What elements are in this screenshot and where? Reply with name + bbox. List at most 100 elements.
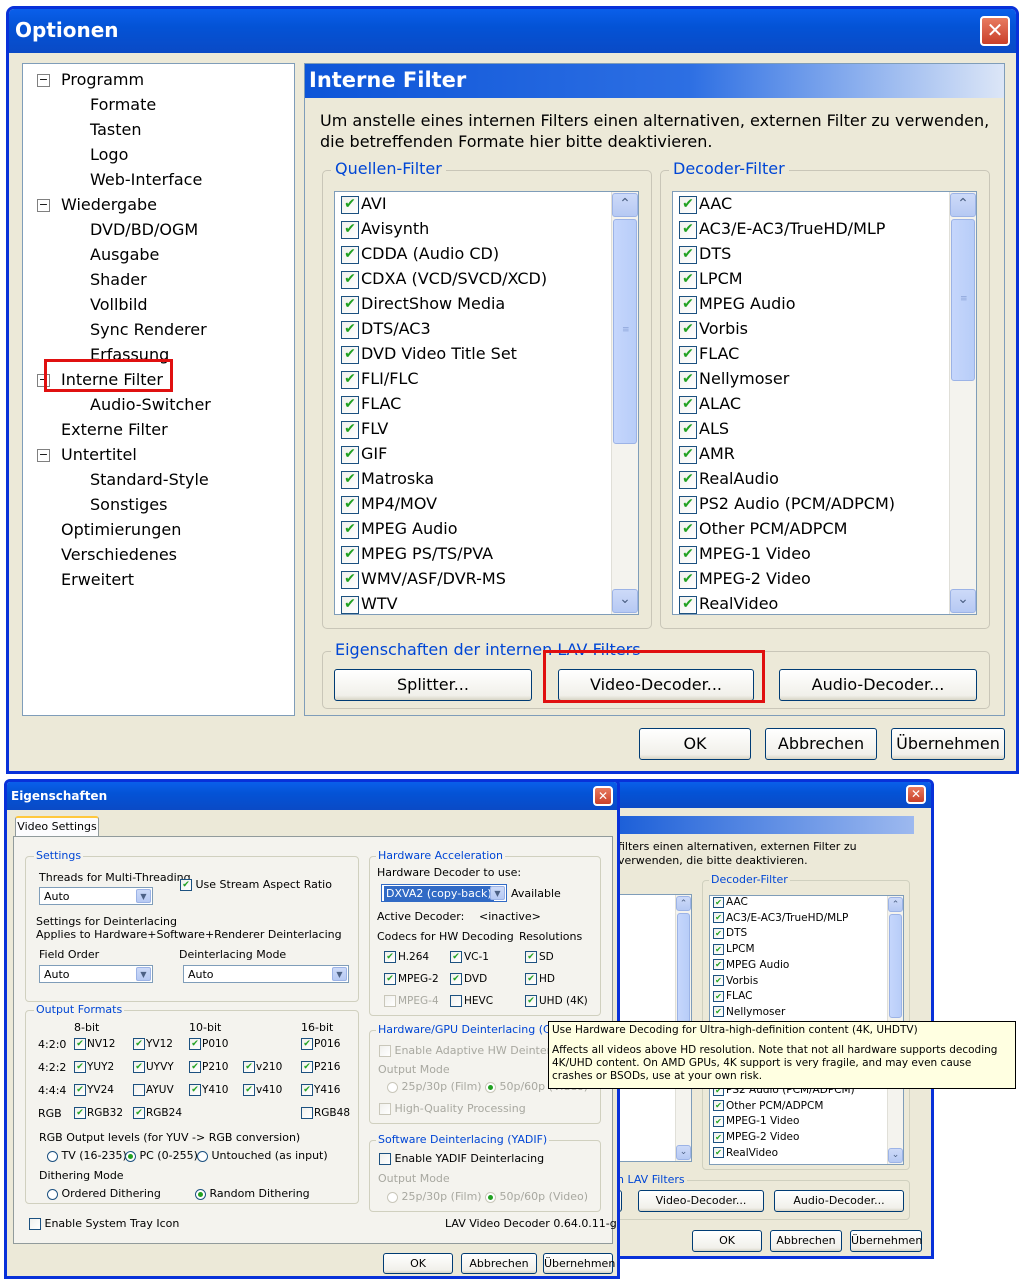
- tree-item[interactable]: Sonstiges: [90, 495, 167, 514]
- checkbox-checked-icon[interactable]: ✔: [189, 1084, 201, 1096]
- tree-item[interactable]: Vollbild: [90, 295, 148, 314]
- checkbox-checked-icon[interactable]: ✔: [679, 295, 697, 314]
- checkbox-checked-icon[interactable]: ✔: [243, 1061, 255, 1073]
- yadif-checkbox[interactable]: Enable YADIF Deinterlacing: [379, 1152, 544, 1165]
- tree-item[interactable]: Tasten: [90, 120, 142, 139]
- checkbox-checked-icon[interactable]: ✔: [133, 1061, 145, 1073]
- checkbox-checked-icon[interactable]: ✔: [679, 195, 697, 214]
- list-item[interactable]: ✔ WTV: [341, 594, 398, 614]
- checkbox-unchecked-icon[interactable]: [379, 1153, 391, 1165]
- checkbox-checked-icon[interactable]: ✔: [679, 420, 697, 439]
- hw-vc1-checkbox[interactable]: ✔ VC-1: [450, 951, 489, 963]
- chevron-down-icon[interactable]: ▼: [332, 967, 347, 981]
- sw-video-radio[interactable]: 50p/60p (Video): [485, 1190, 588, 1203]
- tab-video-settings[interactable]: Video Settings: [15, 816, 99, 836]
- checkbox-unchecked-icon[interactable]: [133, 1084, 145, 1096]
- list-item[interactable]: ✔ MPEG-2 Video: [679, 569, 811, 589]
- tree-item[interactable]: Programm: [61, 70, 144, 89]
- format-yuy2-checkbox[interactable]: ✔ YUY2: [74, 1061, 114, 1073]
- tree-item[interactable]: Ausgabe: [90, 245, 159, 264]
- hw-mpeg2-checkbox[interactable]: ✔ MPEG-2: [384, 973, 439, 985]
- source-filter-list[interactable]: ✔ AVI ✔ Avisynth ✔ CDDA (Audio CD) ✔ CDXA (VCD/…: [334, 191, 639, 615]
- list-item[interactable]: ✔ GIF: [341, 444, 387, 464]
- list-item[interactable]: ✔ MPEG Audio: [341, 519, 458, 539]
- scroll-up-icon[interactable]: ⌃: [612, 193, 638, 217]
- splitter-button[interactable]: Splitter...: [334, 669, 532, 701]
- tree-item[interactable]: Optimierungen: [61, 520, 181, 539]
- field-order-select[interactable]: Auto ▼: [39, 965, 153, 983]
- checkbox-checked-icon[interactable]: ✔: [341, 495, 359, 514]
- tree-item[interactable]: Verschiedenes: [61, 545, 177, 564]
- gpu-film-radio[interactable]: 25p/30p (Film): [387, 1080, 482, 1093]
- radio-off-icon[interactable]: [387, 1081, 398, 1093]
- list-item[interactable]: ✔ AAC: [679, 194, 732, 214]
- checkbox-checked-icon[interactable]: ✔: [180, 879, 192, 891]
- checkbox-unchecked-icon[interactable]: [379, 1103, 391, 1115]
- stream-aspect-checkbox[interactable]: ✔ Use Stream Aspect Ratio: [180, 878, 332, 891]
- checkbox-unchecked-icon[interactable]: [379, 1045, 391, 1057]
- format-v410-checkbox[interactable]: ✔ v410: [243, 1084, 282, 1096]
- list-item[interactable]: ✔ RealVideo: [679, 594, 778, 614]
- checkbox-checked-icon[interactable]: ✔: [679, 545, 697, 564]
- checkbox-checked-icon[interactable]: ✔: [341, 420, 359, 439]
- format-uyvy-checkbox[interactable]: ✔ UYVY: [133, 1061, 174, 1073]
- checkbox-checked-icon[interactable]: ✔: [679, 270, 697, 289]
- chevron-down-icon[interactable]: ▼: [490, 886, 505, 900]
- list-item[interactable]: ✔ FLAC: [341, 394, 401, 414]
- checkbox-checked-icon[interactable]: ✔: [133, 1107, 145, 1119]
- checkbox-unchecked-icon[interactable]: [450, 995, 462, 1007]
- checkbox-checked-icon[interactable]: ✔: [341, 270, 359, 289]
- checkbox-checked-icon[interactable]: ✔: [679, 395, 697, 414]
- checkbox-checked-icon[interactable]: ✔: [679, 245, 697, 264]
- tree-item[interactable]: Web-Interface: [90, 170, 202, 189]
- hw-mpeg4-checkbox[interactable]: MPEG-4: [384, 995, 439, 1007]
- decoder-filter-list[interactable]: ✔ AAC ✔ AC3/E-AC3/TrueHD/MLP ✔ DTS ✔ LPCM ✔ MPEG …: [672, 191, 977, 615]
- list-item[interactable]: ✔ FLV: [341, 419, 388, 439]
- cancel-button[interactable]: Abbrechen: [765, 728, 877, 760]
- checkbox-checked-icon[interactable]: ✔: [679, 520, 697, 539]
- scroll-down-icon[interactable]: ⌄: [950, 589, 976, 613]
- threads-select[interactable]: Auto ▼: [39, 887, 153, 905]
- checkbox-checked-icon[interactable]: ✔: [74, 1061, 86, 1073]
- decoder-filter-scrollbar[interactable]: ⌃ ≡ ⌄: [949, 192, 976, 614]
- options-titlebar[interactable]: Optionen ✕: [9, 9, 1016, 53]
- tree-item[interactable]: Erweitert: [61, 570, 134, 589]
- list-item[interactable]: ✔ FLI/FLC: [341, 369, 419, 389]
- checkbox-checked-icon[interactable]: ✔: [341, 195, 359, 214]
- tray-checkbox[interactable]: Enable System Tray Icon: [29, 1217, 179, 1230]
- scroll-thumb[interactable]: ≡: [613, 219, 637, 444]
- rgb-pc-radio[interactable]: PC (0-255): [125, 1149, 198, 1162]
- list-item[interactable]: ✔ Other PCM/ADPCM: [679, 519, 847, 539]
- checkbox-unchecked-icon[interactable]: [29, 1218, 41, 1230]
- checkbox-checked-icon[interactable]: ✔: [341, 345, 359, 364]
- list-item[interactable]: ✔ LPCM: [679, 269, 743, 289]
- format-nv12-checkbox[interactable]: ✔ NV12: [74, 1038, 115, 1050]
- checkbox-checked-icon[interactable]: ✔: [133, 1038, 145, 1050]
- checkbox-checked-icon[interactable]: ✔: [450, 973, 462, 985]
- checkbox-checked-icon[interactable]: ✔: [679, 345, 697, 364]
- checkbox-checked-icon[interactable]: ✔: [525, 995, 537, 1007]
- checkbox-checked-icon[interactable]: ✔: [384, 951, 396, 963]
- radio-off-icon[interactable]: [387, 1191, 398, 1203]
- checkbox-checked-icon[interactable]: ✔: [341, 370, 359, 389]
- dither-ordered-radio[interactable]: Ordered Dithering: [47, 1187, 161, 1200]
- format-rgb48-checkbox[interactable]: RGB48: [301, 1107, 350, 1119]
- list-item[interactable]: ✔ AVI: [341, 194, 387, 214]
- scroll-down-icon[interactable]: ⌄: [612, 589, 638, 613]
- tree-expander-icon[interactable]: −: [37, 449, 50, 462]
- format-p216-checkbox[interactable]: ✔ P216: [301, 1061, 340, 1073]
- format-p016-checkbox[interactable]: ✔ P016: [301, 1038, 340, 1050]
- hw-h264-checkbox[interactable]: ✔ H.264: [384, 951, 429, 963]
- tree-item[interactable]: DVD/BD/OGM: [90, 220, 198, 239]
- hw-hevc-checkbox[interactable]: HEVC: [450, 995, 493, 1007]
- radio-off-icon[interactable]: [47, 1150, 58, 1162]
- list-item[interactable]: ✔ MP4/MOV: [341, 494, 437, 514]
- list-item[interactable]: ✔ AC3/E-AC3/TrueHD/MLP: [679, 219, 885, 239]
- checkbox-checked-icon[interactable]: ✔: [679, 570, 697, 589]
- format-rgb32-checkbox[interactable]: ✔ RGB32: [74, 1107, 123, 1119]
- checkbox-checked-icon[interactable]: ✔: [341, 445, 359, 464]
- dither-random-radio[interactable]: Random Dithering: [195, 1187, 310, 1200]
- radio-off-icon[interactable]: [47, 1188, 58, 1200]
- list-item[interactable]: ✔ PS2 Audio (PCM/ADPCM): [679, 494, 895, 514]
- checkbox-checked-icon[interactable]: ✔: [74, 1107, 86, 1119]
